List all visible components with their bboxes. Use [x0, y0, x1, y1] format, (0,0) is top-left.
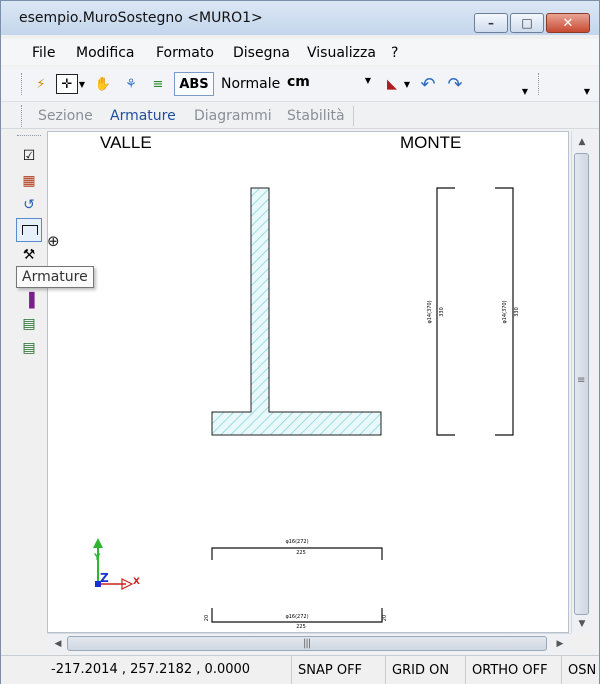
app-window: esempio.MuroSostegno <MURO1> – □ ✕ File …	[0, 0, 600, 684]
insert-tool-icon[interactable]: ▦	[19, 171, 39, 191]
hand-icon[interactable]: ✋	[93, 74, 113, 94]
vertical-scrollbar[interactable]: ▲ ≡ ▼	[571, 131, 592, 633]
axis-y-arrow-icon	[93, 538, 103, 548]
stirrup-icon[interactable]: ▐	[19, 291, 39, 311]
menu-file[interactable]: File	[32, 45, 55, 61]
osnap-toggle[interactable]: OSN	[561, 656, 599, 684]
layer-icon[interactable]: ≡	[148, 74, 168, 94]
status-bar: -217.2014 , 257.2182 , 0.0000 SNAP OFF G…	[1, 655, 599, 684]
crosshair-cursor-icon: ⊕	[47, 232, 60, 250]
measure-icon[interactable]: ◣	[382, 74, 402, 94]
rebar-rectangle-icon	[22, 225, 38, 235]
minimize-icon: –	[488, 16, 494, 30]
snap-dropdown-icon[interactable]: ▼	[77, 74, 87, 94]
menu-disegna[interactable]: Disegna	[233, 45, 290, 61]
rebar-tool-icon[interactable]: ⚒	[19, 245, 39, 265]
unit-select[interactable]: cm ▼	[287, 74, 373, 94]
wand-icon[interactable]: ⚡	[31, 74, 51, 94]
left-toolbar: ☑ ▦ ↺ ⚒ ▐ ▤ ▤	[11, 131, 47, 651]
menu-modifica[interactable]: Modifica	[76, 45, 135, 61]
horizontal-grip-icon: |||	[303, 638, 311, 649]
vertical-grip-icon: ≡	[577, 375, 585, 386]
maximize-button[interactable]: □	[510, 13, 544, 33]
close-button[interactable]: ✕	[546, 13, 590, 33]
chevron-down-icon: ▼	[364, 76, 371, 85]
main-toolbar: ⚡ ✛ ▼ ✋ ⚘ ≡ ABS Normale cm ▼ ◣ ▼ ↶ ↷ ▼ ▼	[1, 67, 599, 102]
tab-diagrammi[interactable]: Diagrammi	[194, 108, 272, 124]
rebar-hook-left: 20	[204, 615, 210, 621]
snap-toggle[interactable]: SNAP OFF	[291, 656, 385, 684]
rebar-bottom-length: 225	[296, 624, 306, 630]
axis-y-label: Y	[93, 553, 101, 563]
window-title: esempio.MuroSostegno <MURO1>	[19, 10, 263, 26]
axis-tool-icon[interactable]: ↺	[19, 195, 39, 215]
mode-label: Normale	[221, 76, 281, 92]
ortho-toggle[interactable]: ORTHO OFF	[465, 656, 561, 684]
cursor-coordinates: -217.2014 , 257.2182 , 0.0000	[51, 662, 251, 677]
rebar-hook-right: 20	[382, 615, 388, 621]
redo-icon[interactable]: ↷	[445, 74, 465, 95]
axis-x-label: X	[133, 577, 140, 587]
scroll-up-icon[interactable]: ▲	[572, 133, 592, 151]
rebar-vertical-1-label: φ14(370)	[427, 300, 433, 323]
close-icon: ✕	[562, 15, 574, 31]
menu-formato[interactable]: Formato	[156, 45, 214, 61]
abs-button[interactable]: ABS	[174, 72, 214, 96]
rebar-vertical-2-length: 330	[514, 307, 520, 317]
toolbar-grip[interactable]	[21, 73, 25, 95]
maximize-icon: □	[521, 16, 533, 30]
label-monte: MONTE	[400, 133, 461, 152]
horizontal-scrollbar[interactable]: ◀ ||| ▶	[47, 633, 571, 654]
drawing-canvas[interactable]: VALLE MONTE φ14(370) 330 φ14(370) 330 φ1…	[47, 131, 569, 633]
title-bar: esempio.MuroSostegno <MURO1> – □ ✕	[1, 1, 599, 35]
rebar-bottom-label: φ16(272)	[285, 614, 308, 620]
rebar-vertical-2-label: φ14(370)	[502, 300, 508, 323]
rebar-rectangle-button[interactable]	[16, 218, 42, 242]
rebar-top-label: φ16(272)	[285, 539, 308, 545]
tooltip-armature: Armature	[16, 266, 94, 288]
menu-visualizza[interactable]: Visualizza	[307, 45, 376, 61]
left-toolbar-grip[interactable]	[17, 135, 41, 136]
rebar-top-length: 225	[296, 550, 306, 556]
snap-point-icon[interactable]: ✛	[56, 74, 78, 94]
wall-section[interactable]	[211, 187, 382, 436]
zoom-icon[interactable]: ⚘	[121, 74, 141, 94]
axis-z-label: Z	[100, 571, 109, 585]
scroll-right-icon[interactable]: ▶	[551, 634, 569, 654]
section-rebar-2-icon[interactable]: ▤	[19, 338, 39, 358]
tab-separator	[353, 106, 354, 126]
scroll-down-icon[interactable]: ▼	[572, 615, 592, 633]
rebar-vertical-1-length: 330	[439, 307, 445, 317]
toolbar-overflow-2-icon[interactable]: ▼	[577, 81, 597, 101]
toolbar-overflow-icon[interactable]: ▼	[515, 81, 535, 101]
scroll-left-icon[interactable]: ◀	[49, 634, 67, 654]
toolbar-grip-2[interactable]	[538, 73, 542, 95]
label-valle: VALLE	[100, 133, 152, 152]
tab-armature[interactable]: Armature	[110, 108, 176, 124]
minimize-button[interactable]: –	[474, 13, 508, 33]
tab-sezione[interactable]: Sezione	[38, 108, 93, 124]
select-tool-icon[interactable]: ☑	[19, 146, 39, 166]
tabbar-grip[interactable]	[21, 105, 25, 127]
grid-toggle[interactable]: GRID ON	[385, 656, 465, 684]
undo-icon[interactable]: ↶	[418, 74, 438, 95]
drawing-svg: VALLE MONTE φ14(370) 330 φ14(370) 330 φ1…	[93, 133, 520, 630]
section-rebar-icon[interactable]: ▤	[19, 314, 39, 334]
menu-bar: File Modifica Formato Disegna Visualizza…	[1, 39, 599, 65]
axis-origin-marker	[95, 581, 101, 587]
unit-select-value: cm	[287, 74, 310, 90]
tab-stabilita[interactable]: Stabilità	[287, 108, 345, 124]
menu-help[interactable]: ?	[391, 45, 398, 61]
measure-dropdown-icon[interactable]: ▼	[402, 74, 412, 94]
tab-bar: Sezione Armature Diagrammi Stabilità	[1, 102, 599, 129]
